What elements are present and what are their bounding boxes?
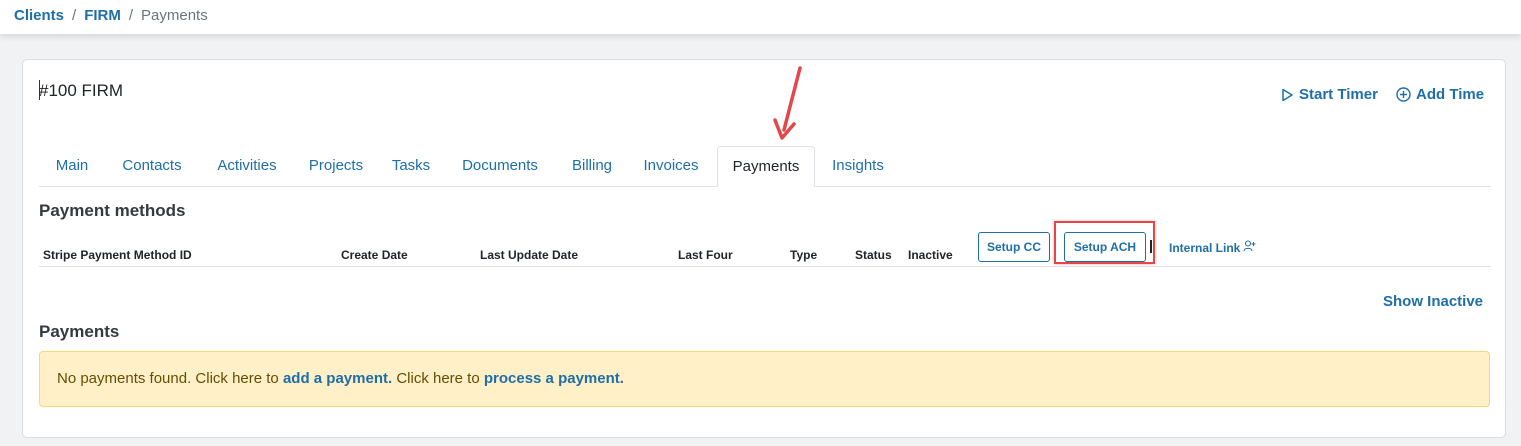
add-time-label: Add Time bbox=[1416, 86, 1485, 103]
annotation-arrow-icon bbox=[773, 66, 802, 140]
user-plus-icon bbox=[1243, 240, 1256, 255]
client-title: #100 FIRM bbox=[39, 81, 124, 100]
column-header-create-date: Create Date bbox=[341, 248, 408, 262]
top-bar: Clients / FIRM / Payments bbox=[0, 0, 1521, 34]
payments-title: Payments bbox=[39, 322, 120, 341]
process-payment-link[interactable]: process a payment. bbox=[484, 370, 624, 387]
breadcrumb-separator: / bbox=[128, 7, 134, 24]
table-header-divider bbox=[39, 266, 1491, 267]
text-caret bbox=[1150, 240, 1152, 253]
tab-insights[interactable]: Insights bbox=[819, 146, 897, 186]
tab-main[interactable]: Main bbox=[39, 146, 105, 186]
tab-contacts[interactable]: Contacts bbox=[109, 146, 195, 186]
setup-cc-button[interactable]: Setup CC bbox=[978, 232, 1050, 262]
add-payment-link[interactable]: add a payment. bbox=[283, 370, 392, 387]
breadcrumb-clients[interactable]: Clients bbox=[14, 7, 64, 24]
tab-payments[interactable]: Payments bbox=[717, 146, 815, 187]
tab-projects[interactable]: Projects bbox=[297, 146, 375, 186]
alert-text: No payments found. Click here to bbox=[57, 370, 283, 387]
breadcrumb-firm[interactable]: FIRM bbox=[84, 7, 121, 24]
column-header-last-four: Last Four bbox=[678, 248, 733, 262]
tab-documents[interactable]: Documents bbox=[445, 146, 555, 186]
column-header-status: Status bbox=[855, 248, 892, 262]
annotation-highlight-box bbox=[1054, 221, 1155, 264]
breadcrumb-current: Payments bbox=[141, 7, 208, 24]
column-header-type: Type bbox=[790, 248, 818, 262]
tab-bar: Main Contacts Activities Projects Tasks … bbox=[39, 146, 1491, 187]
column-header-inactive: Inactive bbox=[908, 248, 953, 262]
play-outline-icon bbox=[1280, 88, 1294, 102]
column-header-last-update-date: Last Update Date bbox=[480, 248, 579, 262]
add-time-button[interactable]: Add Time bbox=[1396, 86, 1484, 103]
start-timer-label: Start Timer bbox=[1299, 86, 1378, 103]
no-payments-alert: No payments found. Click here to add a p… bbox=[39, 351, 1490, 407]
tab-invoices[interactable]: Invoices bbox=[629, 146, 713, 186]
internal-link[interactable]: Internal Link bbox=[1169, 240, 1256, 255]
start-timer-button[interactable]: Start Timer bbox=[1280, 86, 1378, 103]
alert-text: Click here to bbox=[392, 370, 484, 387]
payment-methods-title: Payment methods bbox=[39, 201, 186, 220]
client-card: #100 FIRM Start Timer Add Time Main Cont… bbox=[22, 59, 1506, 438]
column-header-stripe-id: Stripe Payment Method ID bbox=[43, 248, 192, 262]
plus-circle-icon bbox=[1396, 87, 1411, 102]
internal-link-label: Internal Link bbox=[1169, 240, 1241, 255]
breadcrumb: Clients / FIRM / Payments bbox=[14, 7, 208, 24]
tab-activities[interactable]: Activities bbox=[199, 146, 295, 186]
show-inactive-link[interactable]: Show Inactive bbox=[1383, 293, 1483, 310]
tab-tasks[interactable]: Tasks bbox=[379, 146, 443, 186]
tab-billing[interactable]: Billing bbox=[557, 146, 627, 186]
breadcrumb-separator: / bbox=[72, 7, 77, 24]
